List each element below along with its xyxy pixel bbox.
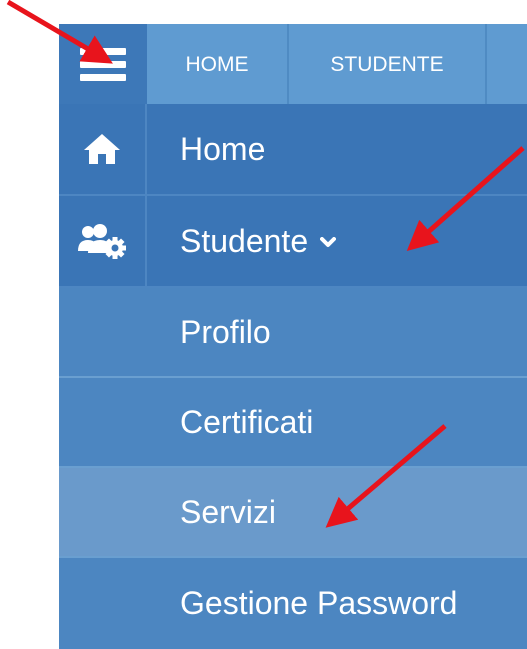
top-tab-home[interactable]: HOME <box>147 24 289 104</box>
submenu-item-profilo[interactable]: Profilo <box>59 288 527 378</box>
hamburger-bar <box>80 48 126 55</box>
top-bar-extension <box>487 24 527 104</box>
menu-item-home-label: Home <box>180 130 266 167</box>
hamburger-menu-button[interactable] <box>59 24 147 104</box>
hamburger-bar <box>80 61 126 68</box>
navigation-menu: HOME STUDENTE Home Studente Profilo Cert… <box>59 24 527 649</box>
top-navigation-bar: HOME STUDENTE <box>59 24 527 104</box>
submenu-item-profilo-label: Profilo <box>180 313 271 350</box>
submenu-item-certificati[interactable]: Certificati <box>59 378 527 468</box>
submenu-item-servizi-label: Servizi <box>180 493 277 530</box>
home-icon-cell <box>59 104 147 194</box>
submenu-item-certificati-label: Certificati <box>180 403 314 440</box>
submenu-item-gestione-password-label: Gestione Password <box>180 585 458 621</box>
submenu-item-servizi[interactable]: Servizi <box>59 468 527 558</box>
menu-item-studente-label: Studente <box>180 196 337 286</box>
users-gear-icon <box>78 224 126 259</box>
home-icon <box>84 134 120 164</box>
studente-label-text: Studente <box>180 222 309 259</box>
screenshot-stage: HOME STUDENTE Home Studente Profilo Cert… <box>0 0 527 649</box>
hamburger-bar <box>80 74 126 81</box>
top-tab-studente[interactable]: STUDENTE <box>289 24 487 104</box>
submenu-item-gestione-password[interactable]: Gestione Password <box>59 558 527 649</box>
menu-item-studente[interactable]: Studente <box>59 196 527 288</box>
chevron-down-icon <box>320 237 337 247</box>
menu-item-home[interactable]: Home <box>59 104 527 196</box>
studente-icon-cell <box>59 196 147 286</box>
